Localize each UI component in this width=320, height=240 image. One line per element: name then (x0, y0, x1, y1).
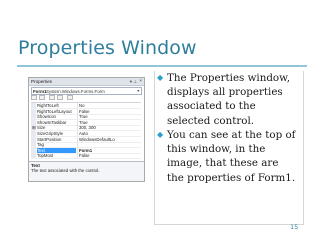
title-divider (17, 65, 307, 67)
property-value[interactable]: Auto (79, 131, 140, 136)
object-name: Form1 (33, 88, 47, 94)
chevron-down-icon[interactable]: ▼ (136, 89, 140, 93)
row-margin (31, 103, 36, 108)
bullet-line: this window, in the (167, 143, 266, 156)
expand-icon[interactable]: ⊞ (32, 125, 36, 131)
property-value[interactable]: True (79, 120, 140, 125)
row-margin (31, 114, 36, 120)
property-grid: RightToLeft No RightToLeftLayout False ShowI… (31, 102, 141, 160)
property-value[interactable]: WindowsDefaultLo (79, 137, 140, 142)
row-margin (31, 136, 36, 142)
bullet-line: image, that these are (167, 157, 279, 170)
property-pages-icon[interactable] (67, 95, 73, 100)
close-icon[interactable]: × (139, 79, 142, 84)
column-separator (77, 147, 78, 153)
properties-titlebar: Properties ▾ ⊥ × (29, 78, 144, 86)
row-margin (31, 108, 36, 114)
properties-window-title: Properties (31, 79, 52, 84)
bullet-marker: ◆ (157, 130, 164, 139)
column-separator (77, 119, 78, 125)
property-name: SizeGripStyle (37, 131, 64, 136)
properties-icon[interactable] (49, 95, 55, 100)
events-icon[interactable] (57, 95, 63, 100)
property-name: ShowIcon (37, 114, 56, 120)
pin-icon[interactable]: ▾ ⊥ (130, 79, 137, 85)
alphabetical-icon[interactable] (39, 95, 45, 100)
property-value[interactable]: No (79, 103, 140, 108)
property-value[interactable]: False (79, 109, 140, 114)
column-separator (77, 142, 78, 148)
object-type: System.Windows.Forms.Form (46, 88, 105, 94)
property-value[interactable]: True (79, 114, 140, 119)
bullet-line: associated to the (167, 100, 256, 113)
row-margin (31, 153, 36, 159)
column-separator (77, 125, 78, 131)
bullet-line: displays all properties (167, 86, 283, 99)
row-margin (31, 142, 36, 148)
property-name: Tag (37, 142, 44, 148)
bullet-item: ◆ The Properties window, displays all pr… (157, 71, 303, 128)
property-name: RightToLeft (37, 103, 59, 108)
description-pane: Text The text associated with the contro… (29, 161, 144, 181)
column-separator (77, 153, 78, 159)
object-selector[interactable]: Form1 System.Windows.Forms.Form ▼ (31, 87, 142, 95)
row-margin (31, 131, 36, 136)
column-separator (77, 114, 78, 120)
column-separator (77, 103, 78, 108)
property-value[interactable]: False (79, 153, 140, 158)
bullet-line: the properties of Form1. (167, 171, 296, 184)
bullet-item: ◆ You can see at the top of this window,… (157, 128, 303, 185)
bullet-line: The Properties window, (167, 72, 290, 84)
properties-window-screenshot: Properties ▾ ⊥ × Form1 System.Windows.Fo… (28, 77, 145, 182)
property-name: Size (37, 125, 46, 131)
column-separator (77, 131, 78, 136)
page-number: 15 (290, 223, 299, 231)
bullet-marker: ◆ (157, 73, 164, 82)
property-value[interactable]: Form1 (79, 148, 140, 153)
bullet-line: You can see at the top of (167, 129, 296, 141)
property-name: RightToLeftLayout (37, 108, 72, 114)
property-name: Text (37, 147, 76, 153)
column-separator (77, 136, 78, 142)
column-separator (77, 108, 78, 114)
property-name: StartPosition (37, 136, 62, 142)
slide-title: Properties Window (18, 37, 197, 59)
row-margin (31, 147, 36, 153)
description-text: The text associated with the control. (31, 168, 100, 173)
property-value[interactable]: 300, 300 (79, 125, 140, 130)
property-name: TopMost (37, 153, 54, 159)
property-row[interactable]: TopMost False (31, 153, 141, 160)
bullet-textbox: ◆ The Properties window, displays all pr… (154, 71, 304, 225)
properties-toolbar (31, 95, 141, 101)
bullet-line: selected control. (167, 114, 255, 127)
categorized-icon[interactable] (31, 95, 37, 100)
row-margin: ⊞ (31, 125, 36, 131)
property-name: ShowInTaskbar (37, 119, 67, 125)
